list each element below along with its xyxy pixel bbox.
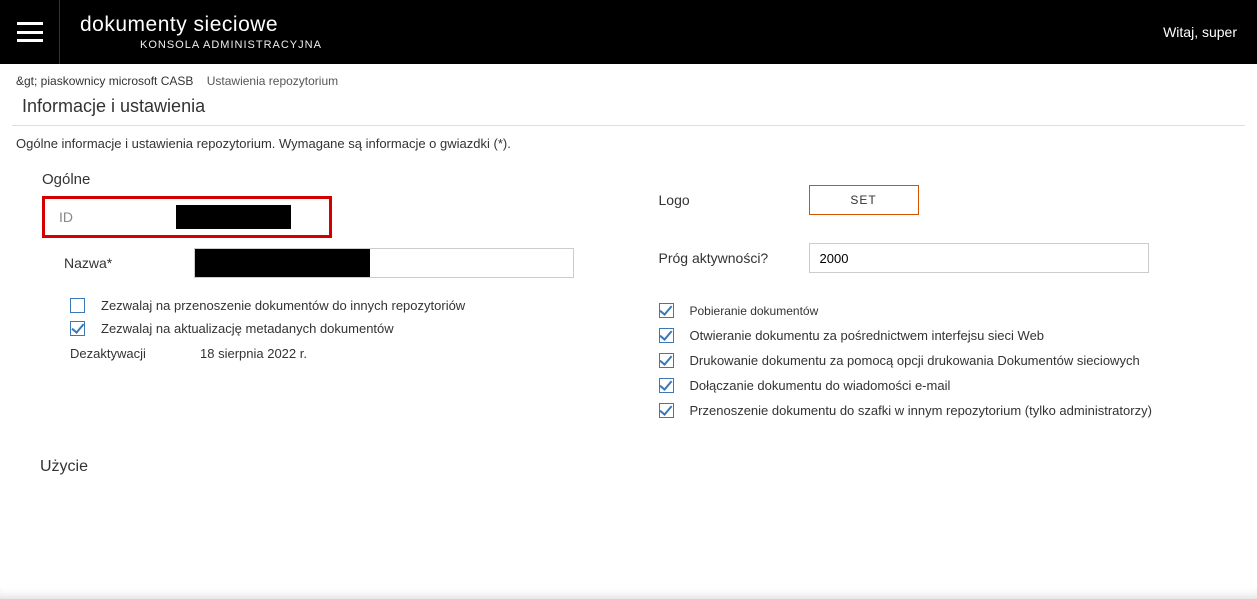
email-checkbox[interactable] [659,378,674,393]
deactivation-row: Dezaktywacji 18 sierpnia 2022 r. [70,346,599,361]
page-title: Informacje i ustawienia [0,94,1257,125]
download-checkbox[interactable] [659,303,674,318]
move-cabinet-checkbox[interactable] [659,403,674,418]
allow-move-row: Zezwalaj na przenoszenie dokumentów do i… [70,298,599,313]
logo-set-button[interactable]: SET [809,185,919,215]
name-label: Nazwa* [64,255,194,271]
breadcrumb-item-1[interactable]: &gt; piaskownicy microsoft CASB [16,74,193,88]
download-row: Pobieranie dokumentów [659,303,1216,318]
email-label: Dołączanie dokumentu do wiadomości e-mai… [690,378,951,393]
brand-title: dokumenty sieciowe [80,13,322,37]
allow-meta-label: Zezwalaj na aktualizację metadanych doku… [101,321,394,336]
download-label: Pobieranie dokumentów [690,304,819,318]
move-cabinet-row: Przenoszenie dokumentu do szafki w innym… [659,403,1216,418]
id-value-redacted [176,205,291,229]
open-web-row: Otwieranie dokumentu za pośrednictwem in… [659,328,1216,343]
brand-subtitle: KONSOLA ADMINISTRACYJNA [140,39,322,51]
print-checkbox[interactable] [659,353,674,368]
allow-meta-checkbox[interactable] [70,321,85,336]
deactivation-value: 18 sierpnia 2022 r. [200,346,307,361]
hamburger-icon [17,22,43,42]
email-row: Dołączanie dokumentu do wiadomości e-mai… [659,378,1216,393]
print-row: Drukowanie dokumentu za pomocą opcji dru… [659,353,1216,368]
menu-button[interactable] [0,0,60,64]
allow-meta-row: Zezwalaj na aktualizację metadanych doku… [70,321,599,336]
threshold-input[interactable] [809,243,1149,273]
threshold-label: Próg aktywności? [659,250,809,266]
name-value-redacted [195,249,370,277]
logo-row: Logo SET [659,185,1216,215]
threshold-row: Próg aktywności? [659,243,1216,273]
open-web-checkbox[interactable] [659,328,674,343]
name-row: Nazwa* [64,248,599,278]
welcome-text: Witaj, super [1163,24,1237,40]
deactivation-label: Dezaktywacji [70,346,200,361]
print-label: Drukowanie dokumentu za pomocą opcji dru… [690,353,1140,368]
logo-label: Logo [659,192,809,208]
intro-text: Ogólne informacje i ustawienia repozytor… [0,136,1257,167]
breadcrumb-item-2: Ustawienia repozytorium [207,74,338,88]
general-section-label: Ogólne [42,171,599,188]
brand: dokumenty sieciowe KONSOLA ADMINISTRACYJ… [80,13,322,51]
allow-move-checkbox[interactable] [70,298,85,313]
move-cabinet-label: Przenoszenie dokumentu do szafki w innym… [690,403,1152,418]
open-web-label: Otwieranie dokumentu za pośrednictwem in… [690,328,1045,343]
id-row-highlight: ID [42,196,332,238]
id-label: ID [51,209,176,225]
allow-move-label: Zezwalaj na przenoszenie dokumentów do i… [101,298,465,313]
breadcrumb: &gt; piaskownicy microsoft CASB Ustawien… [0,64,1257,94]
usage-section-label: Użycie [0,428,1257,476]
app-header: dokumenty sieciowe KONSOLA ADMINISTRACYJ… [0,0,1257,64]
divider [12,125,1245,126]
